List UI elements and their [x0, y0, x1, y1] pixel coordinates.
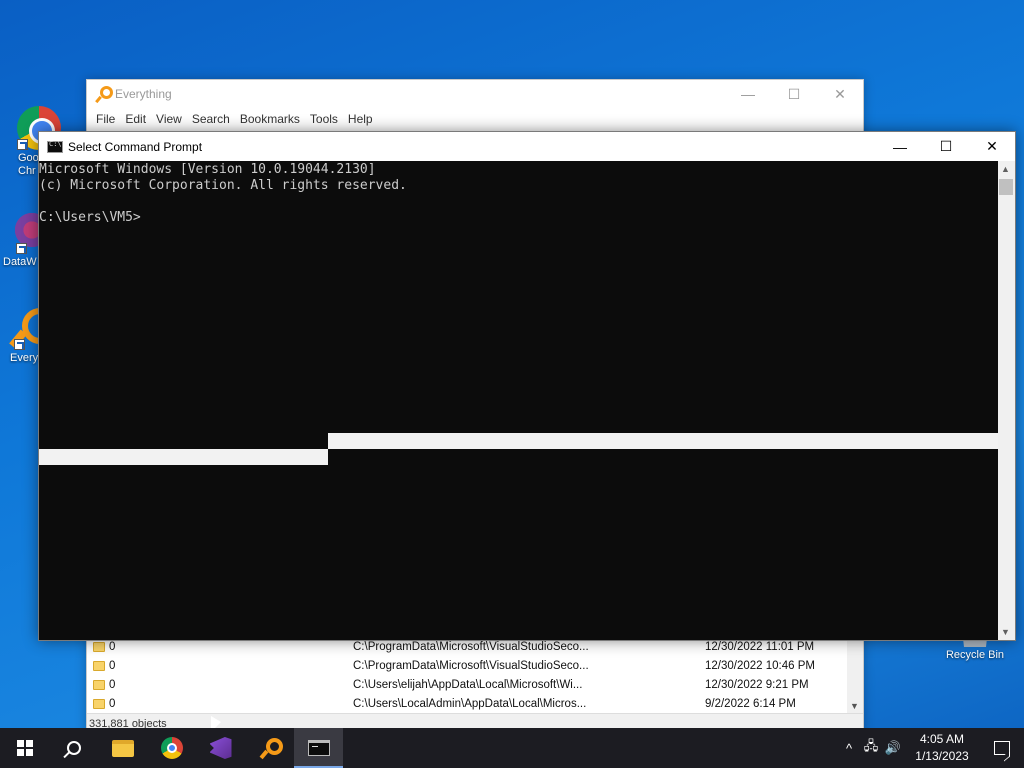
result-date: 12/30/2022 9:21 PM [705, 678, 809, 691]
everything-titlebar[interactable]: Everything — ☐ ✕ [87, 80, 863, 108]
search-icon [66, 741, 81, 755]
cmd-titlebar[interactable]: Select Command Prompt — ☐ ✕ [39, 132, 1015, 161]
taskbar: ^ 🖧 🔊 4:05 AM 1/13/2023 [0, 728, 1024, 768]
everything-results-list: 0 C:\ProgramData\Microsoft\VisualStudioS… [87, 637, 849, 713]
result-date: 12/30/2022 11:01 PM [705, 640, 815, 653]
cmd-title: Select Command Prompt [68, 139, 203, 154]
volume-icon[interactable]: 🔊 [882, 728, 904, 768]
everything-icon [259, 737, 283, 759]
clock-time: 4:05 AM [919, 732, 965, 746]
folder-icon [93, 698, 105, 709]
table-row[interactable]: 0 C:\ProgramData\Microsoft\VisualStudioS… [87, 656, 849, 675]
system-tray: ^ 🖧 🔊 4:05 AM 1/13/2023 [838, 728, 1024, 768]
cmd-icon [307, 740, 330, 756]
start-button[interactable] [0, 728, 49, 768]
everything-maximize-button[interactable]: ☐ [771, 80, 817, 108]
cmd-maximize-button[interactable]: ☐ [923, 132, 969, 161]
text-selection-highlight [328, 433, 999, 449]
clock-date: 1/13/2023 [915, 749, 969, 763]
cmd-icon [47, 140, 63, 153]
taskbar-chrome[interactable] [147, 728, 196, 768]
network-icon[interactable]: 🖧 [860, 728, 882, 768]
everything-icon [95, 86, 113, 102]
windows-logo-icon [16, 740, 33, 756]
result-name: 0 [109, 678, 116, 691]
taskbar-file-explorer[interactable] [98, 728, 147, 768]
desktop-icon-chrome-label: Goo Chr [18, 152, 39, 177]
result-path: C:\ProgramData\Microsoft\VisualStudioSec… [353, 659, 589, 672]
scrollbar-thumb[interactable] [999, 179, 1013, 195]
folder-icon [93, 641, 105, 652]
command-prompt-window[interactable]: Select Command Prompt — ☐ ✕ Microsoft Wi… [38, 131, 1016, 641]
table-row[interactable]: 0 C:\Users\LocalAdmin\AppData\Local\Micr… [87, 694, 849, 713]
chrome-icon [160, 737, 183, 759]
folder-icon [111, 739, 134, 757]
taskbar-search-button[interactable] [49, 728, 98, 768]
taskbar-everything[interactable] [245, 728, 294, 768]
menu-bookmarks[interactable]: Bookmarks [235, 112, 305, 126]
cmd-minimize-button[interactable]: — [877, 132, 923, 161]
menu-file[interactable]: File [91, 112, 120, 126]
everything-title: Everything [115, 87, 172, 101]
console-line: Microsoft Windows [Version 10.0.19044.21… [39, 162, 376, 177]
menu-search[interactable]: Search [187, 112, 235, 126]
result-path: C:\Users\LocalAdmin\AppData\Local\Micros… [353, 697, 587, 710]
result-path: C:\ProgramData\Microsoft\VisualStudioSec… [353, 640, 589, 653]
taskbar-visual-studio[interactable] [196, 728, 245, 768]
chevron-down-icon[interactable]: ▼ [850, 701, 859, 711]
folder-icon [93, 679, 105, 690]
chevron-down-icon[interactable]: ▼ [1001, 627, 1010, 637]
cmd-scrollbar[interactable]: ▲ ▼ [998, 161, 1015, 640]
text-selection-highlight [39, 449, 328, 465]
visual-studio-icon [209, 737, 232, 759]
cmd-console[interactable]: Microsoft Windows [Version 10.0.19044.21… [39, 161, 999, 640]
everything-minimize-button[interactable]: — [725, 80, 771, 108]
everything-close-button[interactable]: ✕ [817, 80, 863, 108]
everything-scrollbar[interactable]: ▼ [847, 637, 863, 713]
console-prompt: C:\Users\VM5> [39, 210, 141, 225]
clock[interactable]: 4:05 AM 1/13/2023 [904, 731, 980, 765]
cmd-close-button[interactable]: ✕ [969, 132, 1015, 161]
notification-icon [994, 741, 1010, 755]
menu-help[interactable]: Help [343, 112, 378, 126]
console-line: (c) Microsoft Corporation. All rights re… [39, 178, 407, 193]
result-name: 0 [109, 659, 116, 672]
result-date: 9/2/2022 6:14 PM [705, 697, 796, 710]
table-row[interactable]: 0 C:\Users\elijah\AppData\Local\Microsof… [87, 675, 849, 694]
result-name: 0 [109, 697, 116, 710]
taskbar-command-prompt[interactable] [294, 728, 343, 768]
result-name: 0 [109, 640, 116, 653]
everything-menubar: File Edit View Search Bookmarks Tools He… [87, 108, 863, 130]
chevron-up-icon[interactable]: ▲ [1001, 164, 1010, 174]
result-date: 12/30/2022 10:46 PM [705, 659, 815, 672]
result-path: C:\Users\elijah\AppData\Local\Microsoft\… [353, 678, 583, 691]
desktop-icon-recycle-bin-label: Recycle Bin [945, 649, 1005, 661]
chevron-up-icon[interactable]: ^ [838, 728, 860, 768]
menu-view[interactable]: View [151, 112, 187, 126]
folder-icon [93, 660, 105, 671]
menu-tools[interactable]: Tools [305, 112, 343, 126]
menu-edit[interactable]: Edit [120, 112, 151, 126]
notification-button[interactable] [980, 728, 1024, 768]
